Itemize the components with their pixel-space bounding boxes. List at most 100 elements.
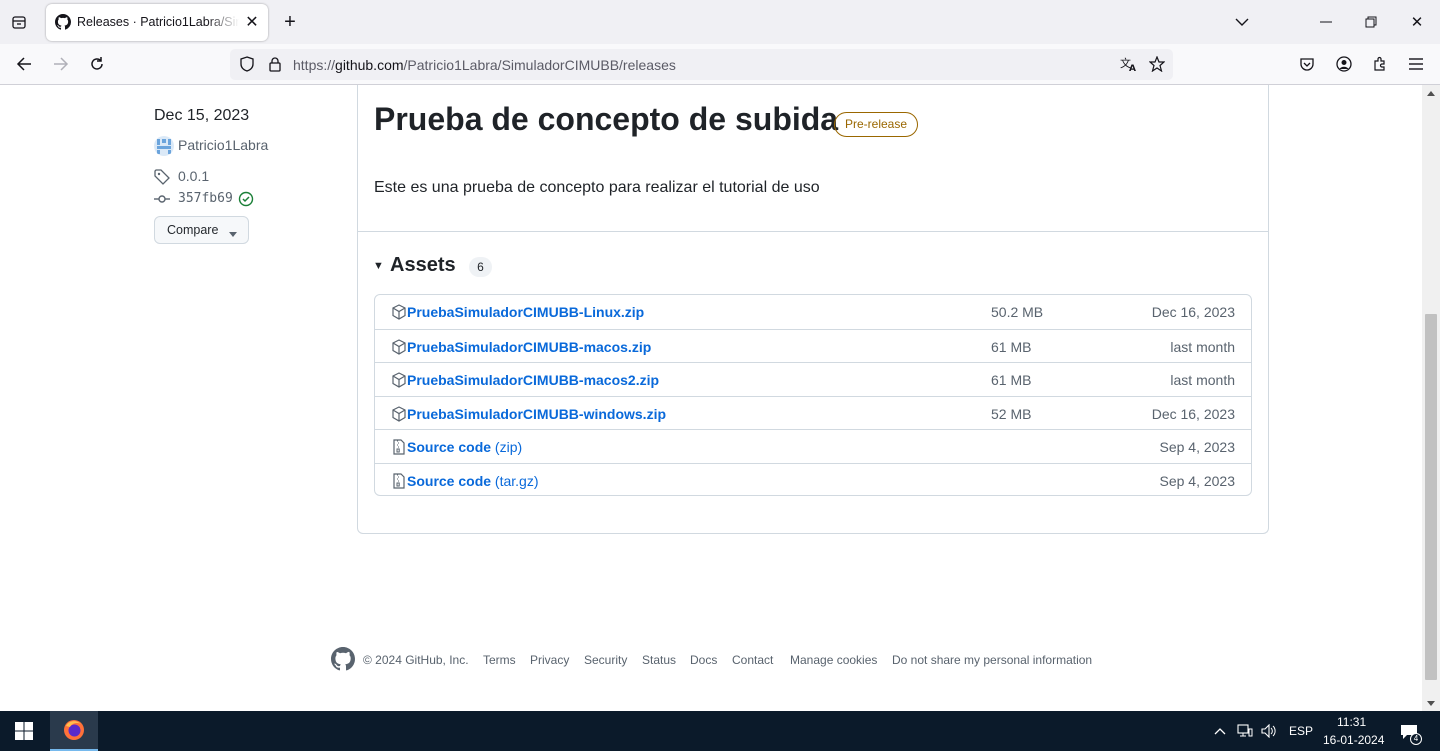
assets-count-badge: 6 xyxy=(469,257,492,277)
asset-date: Sep 4, 2023 xyxy=(1159,473,1235,489)
asset-link[interactable]: Source code (tar.gz) xyxy=(407,473,539,489)
lock-icon[interactable] xyxy=(266,55,284,73)
asset-row: PruebaSimuladorCIMUBB-macos.zip 61 MB last… xyxy=(375,328,1251,363)
network-icon[interactable] xyxy=(1235,721,1255,741)
window-close-icon[interactable]: ✕ xyxy=(1407,12,1427,32)
asset-link[interactable]: PruebaSimuladorCIMUBB-macos.zip xyxy=(407,339,651,355)
asset-link[interactable]: PruebaSimuladorCIMUBB-Linux.zip xyxy=(407,304,644,320)
tab-title: Releases · Patricio1Labra/SimuladorCIMUB… xyxy=(77,15,239,29)
package-icon xyxy=(391,304,407,320)
bookmark-star-icon[interactable] xyxy=(1147,55,1167,73)
extensions-icon[interactable] xyxy=(1370,54,1390,74)
asset-link[interactable]: PruebaSimuladorCIMUBB-macos2.zip xyxy=(407,372,659,388)
forward-icon[interactable] xyxy=(50,54,72,74)
author-link[interactable]: Patricio1Labra xyxy=(178,137,268,153)
url-text[interactable]: https://github.com/Patricio1Labra/Simula… xyxy=(293,57,676,73)
asset-name: Source code xyxy=(407,439,492,456)
asset-link[interactable]: Source code (zip) xyxy=(407,439,522,455)
taskbar: ESP 11:31 16-01-2024 4 xyxy=(0,711,1440,751)
windows-start-icon[interactable] xyxy=(0,711,48,751)
caret-down-icon[interactable]: ▼ xyxy=(373,260,384,272)
active-tab[interactable]: Releases · Patricio1Labra/SimuladorCIMUB… xyxy=(46,4,268,41)
asset-row: Source code (tar.gz) Sep 4, 2023 xyxy=(375,463,1251,497)
url-path: /Patricio1Labra/SimuladorCIMUBB/releases xyxy=(403,57,676,73)
release-title[interactable]: Prueba de concepto de subida xyxy=(374,101,838,138)
asset-name: PruebaSimuladorCIMUBB-macos2.zip xyxy=(407,372,660,389)
asset-row: PruebaSimuladorCIMUBB-Linux.zip 50.2 MB De… xyxy=(375,295,1251,329)
asset-date: Dec 16, 2023 xyxy=(1151,405,1235,422)
maximize-icon[interactable] xyxy=(1361,12,1381,32)
commit-icon xyxy=(154,191,170,207)
file-zip-icon xyxy=(391,473,407,489)
tab-list-icon[interactable] xyxy=(8,12,30,32)
commit-link[interactable]: 357fb69 xyxy=(178,191,233,206)
asset-name: PruebaSimuladorCIMUBB-windows.zip xyxy=(407,405,667,422)
asset-date: Sep 4, 2023 xyxy=(1159,439,1235,456)
shield-icon[interactable] xyxy=(238,55,256,73)
asset-row: PruebaSimuladorCIMUBB-windows.zip 52 MB De… xyxy=(375,395,1251,430)
asset-name: Source code xyxy=(407,473,492,489)
github-logo-icon[interactable] xyxy=(330,646,356,672)
footer-link-terms[interactable]: Terms xyxy=(483,653,516,667)
reload-icon[interactable] xyxy=(86,54,108,74)
tag-link[interactable]: 0.0.1 xyxy=(178,168,209,184)
prerelease-badge: Pre-release xyxy=(834,112,919,137)
package-icon xyxy=(391,372,407,388)
pocket-icon[interactable] xyxy=(1297,54,1317,74)
avatar[interactable] xyxy=(154,136,174,156)
footer-copyright: © 2024 GitHub, Inc. xyxy=(363,653,469,667)
url-bar[interactable]: https://github.com/Patricio1Labra/Simula… xyxy=(230,49,1173,80)
url-host: github.com xyxy=(335,57,404,73)
asset-format: (zip) xyxy=(494,439,523,456)
clock-time[interactable]: 11:31 xyxy=(1337,715,1366,729)
footer-link-contact[interactable]: Contact xyxy=(732,653,773,667)
footer-link-status[interactable]: Status xyxy=(642,653,676,667)
divider xyxy=(357,231,1269,232)
tag-icon xyxy=(154,169,170,185)
page-content: Dec 15, 2023 Patricio1Labra 0.0.1 357fb6… xyxy=(0,85,1422,711)
footer-link-docs[interactable]: Docs xyxy=(690,653,717,667)
scroll-up-icon[interactable] xyxy=(1422,86,1440,100)
notification-count-badge: 4 xyxy=(1410,733,1422,745)
asset-row: PruebaSimuladorCIMUBB-macos2.zip 61 MB las… xyxy=(375,362,1251,396)
release-date: Dec 15, 2023 xyxy=(154,107,250,124)
tab-close-icon[interactable]: ✕ xyxy=(243,13,261,31)
minimize-icon[interactable] xyxy=(1316,12,1336,32)
footer-link-manage-cookies[interactable]: Manage cookies xyxy=(790,653,877,667)
asset-date: last month xyxy=(1170,338,1235,355)
footer-link-privacy[interactable]: Privacy xyxy=(530,653,569,667)
menu-icon[interactable] xyxy=(1406,54,1426,74)
asset-row: Source code (zip) Sep 4, 2023 xyxy=(375,429,1251,463)
asset-name: PruebaSimuladorCIMUBB-Linux.zip xyxy=(407,304,645,320)
asset-size: 61 MB xyxy=(991,372,1032,389)
firefox-taskbar-icon[interactable] xyxy=(50,711,98,751)
asset-link[interactable]: PruebaSimuladorCIMUBB-windows.zip xyxy=(407,406,666,422)
account-icon[interactable] xyxy=(1334,54,1354,74)
back-icon[interactable] xyxy=(13,54,35,74)
assets-list: PruebaSimuladorCIMUBB-Linux.zip 50.2 MB De… xyxy=(374,294,1252,496)
url-prefix: https:// xyxy=(293,57,336,73)
asset-date: Dec 16, 2023 xyxy=(1151,304,1235,320)
new-tab-icon[interactable]: + xyxy=(280,11,300,33)
footer-link-do-not-share[interactable]: Do not share my personal information xyxy=(892,653,1092,667)
list-all-tabs-icon[interactable] xyxy=(1232,12,1252,32)
translate-icon[interactable]: 文A xyxy=(1119,55,1139,73)
compare-button[interactable]: Compare xyxy=(154,216,249,244)
clock-date[interactable]: 16-01-2024 xyxy=(1323,733,1384,747)
svg-text:A: A xyxy=(1129,64,1136,72)
input-language[interactable]: ESP xyxy=(1289,724,1313,738)
browser-tab-bar: Releases · Patricio1Labra/SimuladorCIMUB… xyxy=(0,0,1440,44)
assets-heading[interactable]: Assets xyxy=(390,254,456,277)
asset-size: 50.2 MB xyxy=(991,304,1044,320)
show-hidden-icons-icon[interactable] xyxy=(1210,721,1230,741)
footer-link-security[interactable]: Security xyxy=(584,653,627,667)
volume-icon[interactable] xyxy=(1259,721,1279,741)
github-favicon-icon xyxy=(55,14,71,30)
scrollbar-thumb[interactable] xyxy=(1425,314,1437,680)
package-icon xyxy=(391,406,407,422)
asset-name: PruebaSimuladorCIMUBB-macos.zip xyxy=(407,338,652,355)
scroll-down-icon[interactable] xyxy=(1422,696,1440,710)
file-zip-icon xyxy=(391,439,407,455)
verified-check-icon[interactable] xyxy=(238,191,254,207)
triangle-down-icon xyxy=(229,226,237,240)
